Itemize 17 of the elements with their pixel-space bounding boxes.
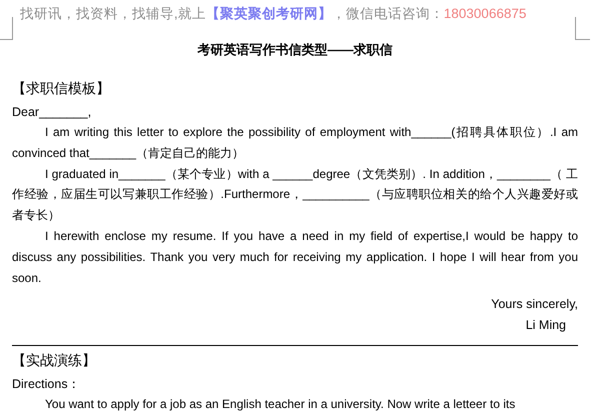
document-title: 考研英语写作书信类型——求职信 xyxy=(198,42,392,57)
section-heading: 【实战演练】 xyxy=(12,352,96,368)
site-name-text: 【聚英聚创考研网】 xyxy=(206,6,332,21)
header-text: ，微信电话咨询： xyxy=(332,6,444,21)
paragraph: I graduated in_______（某个专业）with a ______degree（文凭类别）. In addition，________（ 工作经验，应届生可以写兼职工作经验）.Furthermore，__________（与应聘职位相关的给个人兴趣爱好或者专长） xyxy=(12,166,578,224)
closing-text: Yours sincerely, xyxy=(491,297,578,312)
section-heading: 【求职信模板】 xyxy=(12,80,110,96)
text-line: Dear_______, xyxy=(12,105,92,119)
page-corner-mark xyxy=(575,17,590,40)
text-line: Directions： xyxy=(12,377,81,392)
header-text: 找研讯，找资料，找辅导,就上 xyxy=(20,6,206,21)
paragraph: I herewith enclose my resume. If you have a need in my field of expertise,I would be happy to discuss any possibilities. Thank you very much for receiving my application. I hope I will hear from you soon. xyxy=(12,228,578,287)
phone-number: 18030066875 xyxy=(444,6,526,21)
paragraph: I am writing this letter to explore the possibility of employment with______(招聘具体职位）.I am convinced that_______（肯定自己的能力） xyxy=(12,124,578,162)
paragraph: You want to apply for a job as an English teacher in a university. Now write a letteer to its xyxy=(44,396,516,412)
signature-text: Li Ming xyxy=(526,318,566,332)
page-corner-mark xyxy=(0,17,13,40)
